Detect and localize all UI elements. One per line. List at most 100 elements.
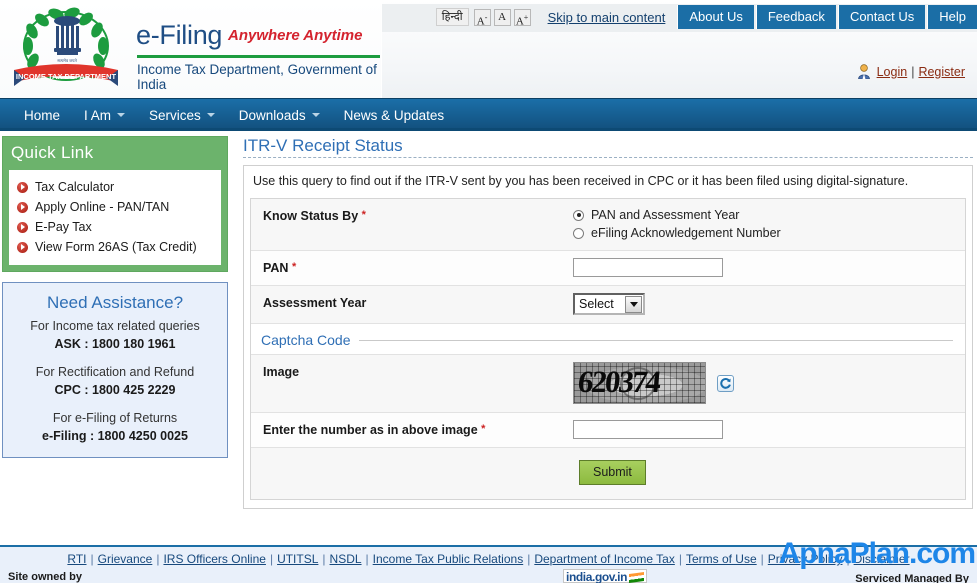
nav-help[interactable]: Help [927,5,977,29]
brand-block: सत्यमेव जयते INCOME TAX DEPARTMENT e-Fil… [0,0,382,98]
utility-nav: हिन्दी A- A A+ Skip to main content Abou… [382,4,977,32]
india-gov-in-label: india.gov.in [566,570,627,583]
assistance-efiling-text: For e-Filing of Returns [52,411,178,425]
footer-link-privacy-policy[interactable]: Privacy Policy [768,552,843,566]
nav-feedback[interactable]: Feedback [755,5,836,29]
nav-contact-us[interactable]: Contact Us [837,5,926,29]
language-hindi-button[interactable]: हिन्दी [435,8,469,26]
left-sidebar: Quick Link Tax Calculator Apply Online -… [2,136,228,458]
assessment-year-label-text: Assessment Year [263,296,367,310]
radio-button-icon[interactable] [573,227,584,239]
form-row-submit: Submit [251,448,965,499]
footer-separator: | [760,552,764,566]
radio-efiling-acknowledgement-number[interactable]: eFiling Acknowledgement Number [573,224,965,242]
quick-link-tax-calculator[interactable]: Tax Calculator [17,177,215,197]
department-line: Income Tax Department, Government of Ind… [137,62,377,92]
know-status-by-label: Know Status By * [251,199,573,250]
radio-label: PAN and Assessment Year [591,208,740,222]
income-tax-department-emblem: सत्यमेव जयते INCOME TAX DEPARTMENT [14,7,118,86]
radio-pan-assessment-year[interactable]: PAN and Assessment Year [573,206,965,224]
itrv-status-form: Know Status By * PAN and Assessment Year… [250,198,966,500]
quick-link-label: E-Pay Tax [35,220,92,234]
nav-item-services[interactable]: Services [137,99,227,131]
footer-separator: | [365,552,369,566]
form-row-assessment-year: Assessment Year Select [251,286,965,324]
nav-item-home-label: Home [24,107,61,123]
font-size-decrease-button[interactable]: A- [473,8,491,27]
captcha-entry-control [573,413,965,447]
svg-text:सत्यमेव जयते: सत्यमेव जयते [57,58,77,63]
captcha-section-header: Captcha Code [251,324,965,354]
nav-item-news-updates[interactable]: News & Updates [332,99,457,131]
footer-link-disclaimer[interactable]: Disclaimer [854,552,910,566]
nav-item-i-am[interactable]: I Am [72,99,137,131]
radio-label: eFiling Acknowledgement Number [591,226,781,240]
site-owned-by-text: Site owned by [8,571,82,583]
footer-link-income-tax-public-relations[interactable]: Income Tax Public Relations [373,552,524,566]
footer-link-utitsl[interactable]: UTITSL [277,552,318,566]
chevron-down-icon [117,113,126,117]
required-asterisk: * [361,209,366,221]
footer-link-irs-officers-online[interactable]: IRS Officers Online [163,552,265,566]
quick-link-panel: Quick Link Tax Calculator Apply Online -… [2,136,228,272]
submit-button[interactable]: Submit [579,460,646,485]
pan-input[interactable] [573,258,723,277]
login-link[interactable]: Login [877,65,908,79]
arrow-bullet-icon [17,181,28,193]
arrow-bullet-icon [17,221,28,233]
nav-about-us[interactable]: About Us [677,5,754,29]
chevron-down-icon[interactable] [625,296,642,313]
assistance-ask-number: ASK : 1800 180 1961 [54,337,176,351]
main-navigation: Home I Am Services Downloads News & Upda… [0,98,977,130]
quick-link-title: Quick Link [11,143,94,162]
assessment-year-select[interactable]: Select [573,293,645,315]
pan-control [573,251,965,285]
quick-link-view-form-26as[interactable]: View Form 26AS (Tax Credit) [17,237,215,257]
captcha-input[interactable] [573,420,723,439]
assessment-year-control: Select [573,286,965,323]
footer-link-terms-of-use[interactable]: Terms of Use [686,552,757,566]
chevron-down-icon [311,113,320,117]
captcha-image: 620374 [573,362,706,404]
quick-link-label: Tax Calculator [35,180,115,194]
quick-link-e-pay-tax[interactable]: E-Pay Tax [17,217,215,237]
register-link[interactable]: Register [918,65,965,79]
form-row-pan: PAN * [251,251,965,286]
brand-divider [137,55,380,58]
nav-underline [0,128,977,131]
need-assistance-title: Need Assistance? [46,293,184,312]
emblem-ribbon-text: INCOME TAX DEPARTMENT [16,72,117,81]
assistance-ask-text: For Income tax related queries [30,319,200,333]
footer-link-grievance[interactable]: Grievance [98,552,153,566]
nav-item-home[interactable]: Home [12,99,72,131]
nav-item-services-label: Services [149,107,201,123]
radio-button-icon-selected[interactable] [573,209,584,221]
required-asterisk: * [481,423,486,435]
footer-separator: | [846,552,850,566]
skip-to-main-content-link[interactable]: Skip to main content [548,10,666,25]
footer-separator: | [269,552,274,566]
refresh-icon[interactable] [717,374,734,392]
font-size-increase-button[interactable]: A+ [513,8,531,27]
nav-item-downloads-label: Downloads [238,107,306,123]
pan-label-text: PAN [263,261,289,275]
quick-link-apply-online-pan-tan[interactable]: Apply Online - PAN/TAN [17,197,215,217]
user-avatar-icon [857,64,870,79]
serviced-managed-by-text: Serviced Managed By [855,573,969,583]
font-size-normal-button[interactable]: A [493,8,511,26]
account-separator: | [911,64,915,79]
footer-link-rti[interactable]: RTI [67,552,86,566]
footer-separator: | [90,552,94,566]
arrow-bullet-icon [17,201,28,213]
need-assistance-panel: Need Assistance? For Income tax related … [2,282,228,458]
form-row-captcha-entry: Enter the number as in above image * [251,413,965,448]
nav-item-downloads[interactable]: Downloads [227,99,332,131]
site-footer: RTI | Grievance | IRS Officers Online | UTITSL… [0,545,977,583]
india-gov-in-badge[interactable]: india.gov.in [563,569,647,583]
form-row-know-status-by: Know Status By * PAN and Assessment Year… [251,199,965,251]
assistance-spacer [11,353,219,364]
footer-link-nsdl[interactable]: NSDL [330,552,362,566]
form-row-captcha-section: Captcha Code [251,324,965,355]
footer-link-department-of-income-tax[interactable]: Department of Income Tax [534,552,675,566]
captcha-image-label: Image [251,355,573,412]
